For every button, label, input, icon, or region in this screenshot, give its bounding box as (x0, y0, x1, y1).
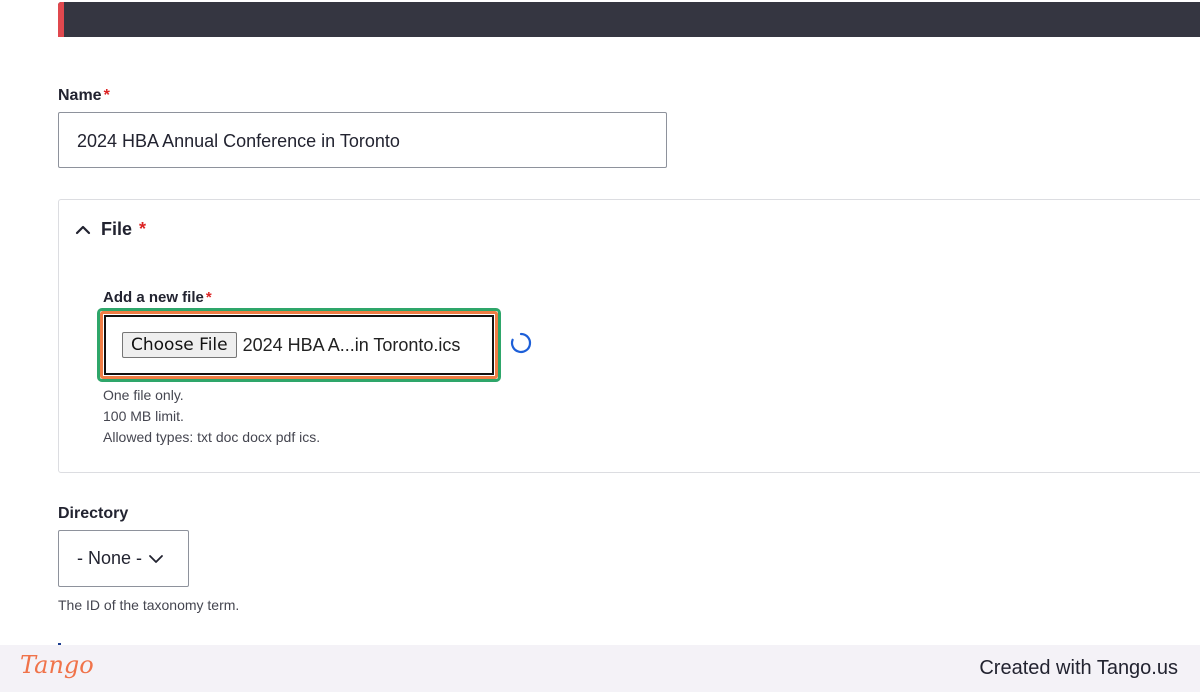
file-input[interactable]: Choose File 2024 HBA A...in Toronto.ics (104, 315, 494, 375)
file-help-line: Allowed types: txt doc docx pdf ics. (103, 429, 321, 445)
page: Name * 2024 HBA Annual Conference in Toro… (0, 0, 1200, 692)
top-bar (58, 2, 1200, 37)
top-bar-accent (58, 2, 64, 37)
name-required-mark: * (103, 87, 110, 104)
file-help-line: 100 MB limit. (103, 408, 184, 424)
name-input[interactable]: 2024 HBA Annual Conference in Toronto (58, 112, 667, 168)
add-file-required-mark: * (205, 289, 212, 306)
footer-credit: Created with Tango.us (979, 657, 1178, 679)
file-input-highlight: Choose File 2024 HBA A...in Toronto.ics (97, 308, 501, 382)
name-label: Name * (58, 87, 110, 105)
name-input-value: 2024 HBA Annual Conference in Toronto (77, 131, 400, 151)
tango-logo: Tango (20, 651, 94, 679)
file-section-toggle[interactable]: File * (75, 219, 146, 240)
chosen-file-name: 2024 HBA A...in Toronto.ics (242, 334, 461, 355)
file-help-text: One file only. 100 MB limit. Allowed typ… (103, 385, 320, 448)
tango-footer: Tango Created with Tango.us (0, 645, 1200, 692)
file-help-line: One file only. (103, 387, 184, 403)
directory-select[interactable]: - None - (58, 530, 189, 587)
file-required-mark: * (139, 219, 147, 239)
name-label-text: Name (58, 87, 102, 104)
spinner-icon (510, 332, 532, 354)
add-file-label: Add a new file * (103, 289, 212, 306)
directory-help-text: The ID of the taxonomy term. (58, 597, 240, 613)
file-details-panel: File * Add a new file * Choose File 2024 … (58, 199, 1200, 473)
chevron-up-icon (75, 225, 91, 234)
chevron-down-icon (149, 554, 163, 563)
file-input-highlight-inner: Choose File 2024 HBA A...in Toronto.ics (100, 311, 498, 379)
directory-selected-value: - None - (77, 548, 143, 568)
file-section-title: File * (101, 219, 147, 239)
add-file-label-text: Add a new file (103, 289, 204, 306)
choose-file-button[interactable]: Choose File (122, 332, 237, 358)
directory-label: Directory (58, 505, 129, 522)
